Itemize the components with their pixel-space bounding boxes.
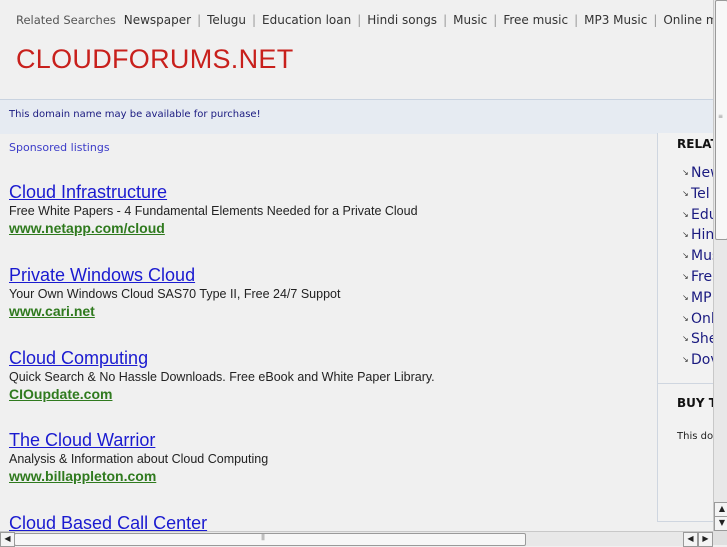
ad-listing: Cloud Based Call Center <box>9 512 207 531</box>
related-sidebar: RELAT NewTelEduHinMusFreMPOnlSheDov BUY … <box>657 133 713 522</box>
scroll-down-arrow-icon[interactable]: ▼ <box>714 516 727 531</box>
ad-title-link[interactable]: Cloud Based Call Center <box>9 512 207 531</box>
related-searches-links: Newspaper | Telugu | Education loan | Hindi so… <box>124 13 713 27</box>
related-search-link[interactable]: Free music <box>503 13 568 27</box>
related-separator: | <box>357 13 362 27</box>
ad-listing: Private Windows Cloud Your Own Windows Cl… <box>9 264 340 320</box>
related-sidebar-heading: RELAT <box>677 137 713 151</box>
related-search-link[interactable]: Music <box>453 13 487 27</box>
page-viewport: Related Searches Newspaper | Telugu | Educat… <box>0 0 713 531</box>
related-separator: | <box>197 13 202 27</box>
ad-url-link[interactable]: www.cari.net <box>9 303 340 320</box>
ad-url-link[interactable]: CIOupdate.com <box>9 386 435 403</box>
domain-notice-text[interactable]: This domain name may be available for pu… <box>9 109 261 120</box>
ad-title-link[interactable]: The Cloud Warrior <box>9 429 268 451</box>
related-sidebar-item[interactable]: MP <box>682 288 713 309</box>
related-sidebar-item[interactable]: Fre <box>682 267 713 288</box>
ad-listing: Cloud Computing Quick Search & No Hassle … <box>9 347 435 403</box>
ad-title-link[interactable]: Private Windows Cloud <box>9 264 340 286</box>
sponsored-listings-label: Sponsored listings <box>9 141 110 154</box>
related-search-link[interactable]: Online music <box>663 13 713 27</box>
related-sidebar-list: NewTelEduHinMusFreMPOnlSheDov <box>682 163 713 371</box>
related-search-link[interactable]: Newspaper <box>124 13 191 27</box>
related-sidebar-item[interactable]: Edu <box>682 205 713 226</box>
buy-domain-text: This dor <box>677 431 713 442</box>
related-sidebar-item[interactable]: Mus <box>682 246 713 267</box>
related-search-link[interactable]: Hindi songs <box>367 13 437 27</box>
ad-description: Free White Papers - 4 Fundamental Elemen… <box>9 204 418 218</box>
related-sidebar-item[interactable]: She <box>682 329 713 350</box>
ad-title-link[interactable]: Cloud Computing <box>9 347 435 369</box>
related-search-link[interactable]: MP3 Music <box>584 13 647 27</box>
site-title: CLOUDFORUMS.NET <box>16 44 294 74</box>
vertical-scroll-thumb[interactable]: ≡ <box>715 0 727 240</box>
related-sidebar-item[interactable]: Hin <box>682 225 713 246</box>
ad-url-link[interactable]: www.billappleton.com <box>9 468 268 485</box>
grip-icon: ≡ <box>718 113 723 120</box>
grip-icon: ||| <box>261 534 265 541</box>
related-search-link[interactable]: Telugu <box>207 13 246 27</box>
related-sidebar-item[interactable]: Onl <box>682 309 713 330</box>
related-separator: | <box>443 13 448 27</box>
related-searches-label: Related Searches <box>16 13 116 27</box>
scrollbar-corner <box>713 531 727 545</box>
ad-title-link[interactable]: Cloud Infrastructure <box>9 181 418 203</box>
related-sidebar-item[interactable]: Tel <box>682 184 713 205</box>
ad-description: Your Own Windows Cloud SAS70 Type II, Fr… <box>9 287 341 301</box>
ad-description: Quick Search & No Hassle Downloads. Free… <box>9 370 435 384</box>
related-separator: | <box>493 13 498 27</box>
vertical-scrollbar[interactable]: ≡ ▲ ▼ <box>713 0 727 531</box>
related-searches-bar: Related Searches Newspaper | Telugu | Educat… <box>16 13 713 27</box>
related-sidebar-item[interactable]: Dov <box>682 350 713 371</box>
buy-domain-heading: BUY T <box>677 396 713 410</box>
related-separator: | <box>251 13 257 27</box>
ad-listing: The Cloud Warrior Analysis & Information … <box>9 429 268 485</box>
horizontal-scrollbar[interactable]: ◀ ||| ◀ ▶ <box>0 531 713 547</box>
ad-url-link[interactable]: www.netapp.com/cloud <box>9 220 418 237</box>
horizontal-scroll-thumb[interactable]: ||| <box>14 533 526 546</box>
sidebar-divider <box>658 383 713 384</box>
related-separator: | <box>574 13 579 27</box>
scroll-up-arrow-icon[interactable]: ▲ <box>714 502 727 517</box>
ad-listing: Cloud Infrastructure Free White Papers - … <box>9 181 418 237</box>
related-sidebar-item[interactable]: New <box>682 163 713 184</box>
related-search-link[interactable]: Education loan <box>262 13 351 27</box>
related-separator: | <box>653 13 658 27</box>
domain-notice-bar: This domain name may be available for pu… <box>0 99 713 134</box>
ad-description: Analysis & Information about Cloud Compu… <box>9 452 269 466</box>
